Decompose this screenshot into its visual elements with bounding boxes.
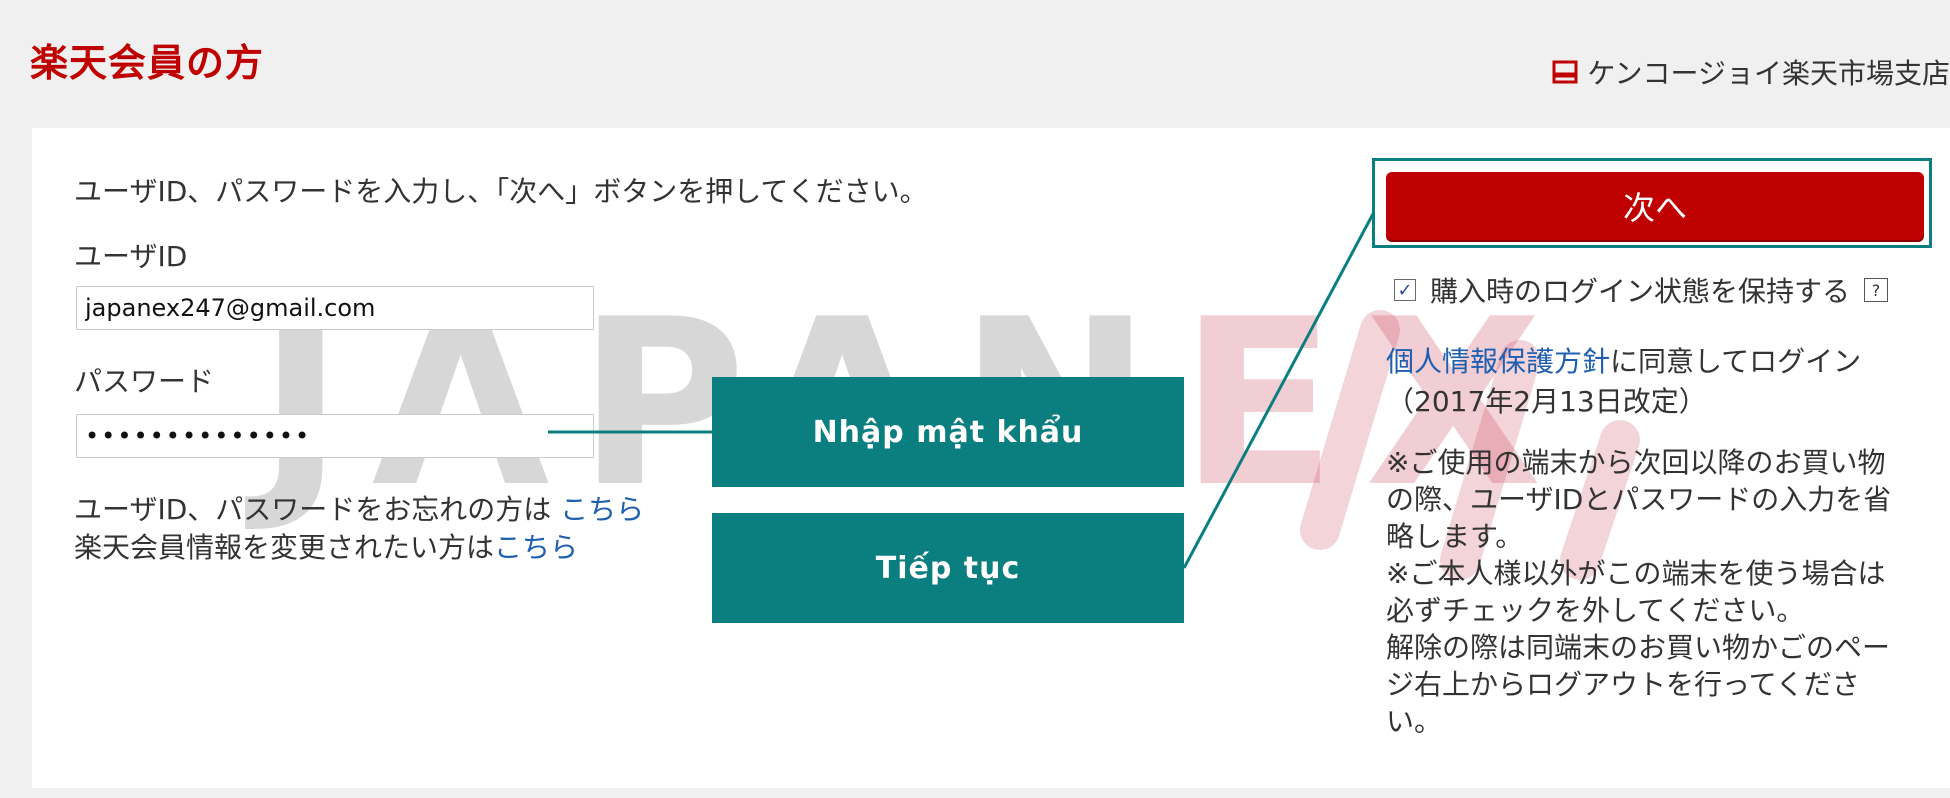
note-autologin: ※ご使用の端末から次回以降のお買い物の際、ユーザIDとパスワードの入力を省略しま… [1386,446,1892,553]
notes: ※ご使用の端末から次回以降のお買い物の際、ユーザIDとパスワードの入力を省略しま… [1386,444,1906,740]
keep-login-row[interactable]: ✓ 購入時のログイン状態を保持する ? [1394,270,1889,310]
forgot-text: ユーザID、パスワードをお忘れの方は [74,493,561,526]
privacy-date: （2017年2月13日改定） [1386,385,1707,418]
userid-label: ユーザID [74,240,188,273]
password-label: パスワード [74,365,215,398]
change-line: 楽天会員情報を変更されたい方はこちら [74,526,578,566]
change-text: 楽天会員情報を変更されたい方は [74,531,495,564]
callout-password: Nhập mật khẩu [712,377,1184,487]
change-link[interactable]: こちら [494,531,578,564]
privacy-link[interactable]: 個人情報保護方針 [1386,345,1610,378]
forgot-line: ユーザID、パスワードをお忘れの方は こちら [74,488,644,528]
privacy-line: 個人情報保護方針に同意してログイン [1386,340,1861,380]
shop-icon [1551,58,1579,86]
next-button[interactable]: 次へ [1386,172,1924,240]
password-input[interactable]: •••••••••••••• [76,414,594,458]
shop-link[interactable]: ケンコージョイ楽天市場支店 [1551,52,1950,92]
keep-login-checkbox[interactable]: ✓ [1394,279,1416,301]
note-logout: 解除の際は同端末のお買い物かごのページ右上からログアウトを行ってください。 [1386,631,1891,738]
page-title: 楽天会員の方 [30,41,265,85]
forgot-link[interactable]: こちら [560,493,644,526]
instruction-text: ユーザID、パスワードを入力し、「次へ」ボタンを押してください。 [74,175,928,208]
userid-input[interactable] [76,286,594,330]
note-uncheck: ※ご本人様以外がこの端末を使う場合は必ずチェックを外してください。 [1386,557,1886,627]
shop-name: ケンコージョイ楽天市場支店 [1587,57,1950,90]
help-icon[interactable]: ? [1864,278,1889,302]
privacy-text: に同意してログイン [1610,345,1862,378]
callout-next: Tiếp tục [712,513,1184,623]
keep-login-label: 購入時のログイン状態を保持する [1430,275,1851,308]
